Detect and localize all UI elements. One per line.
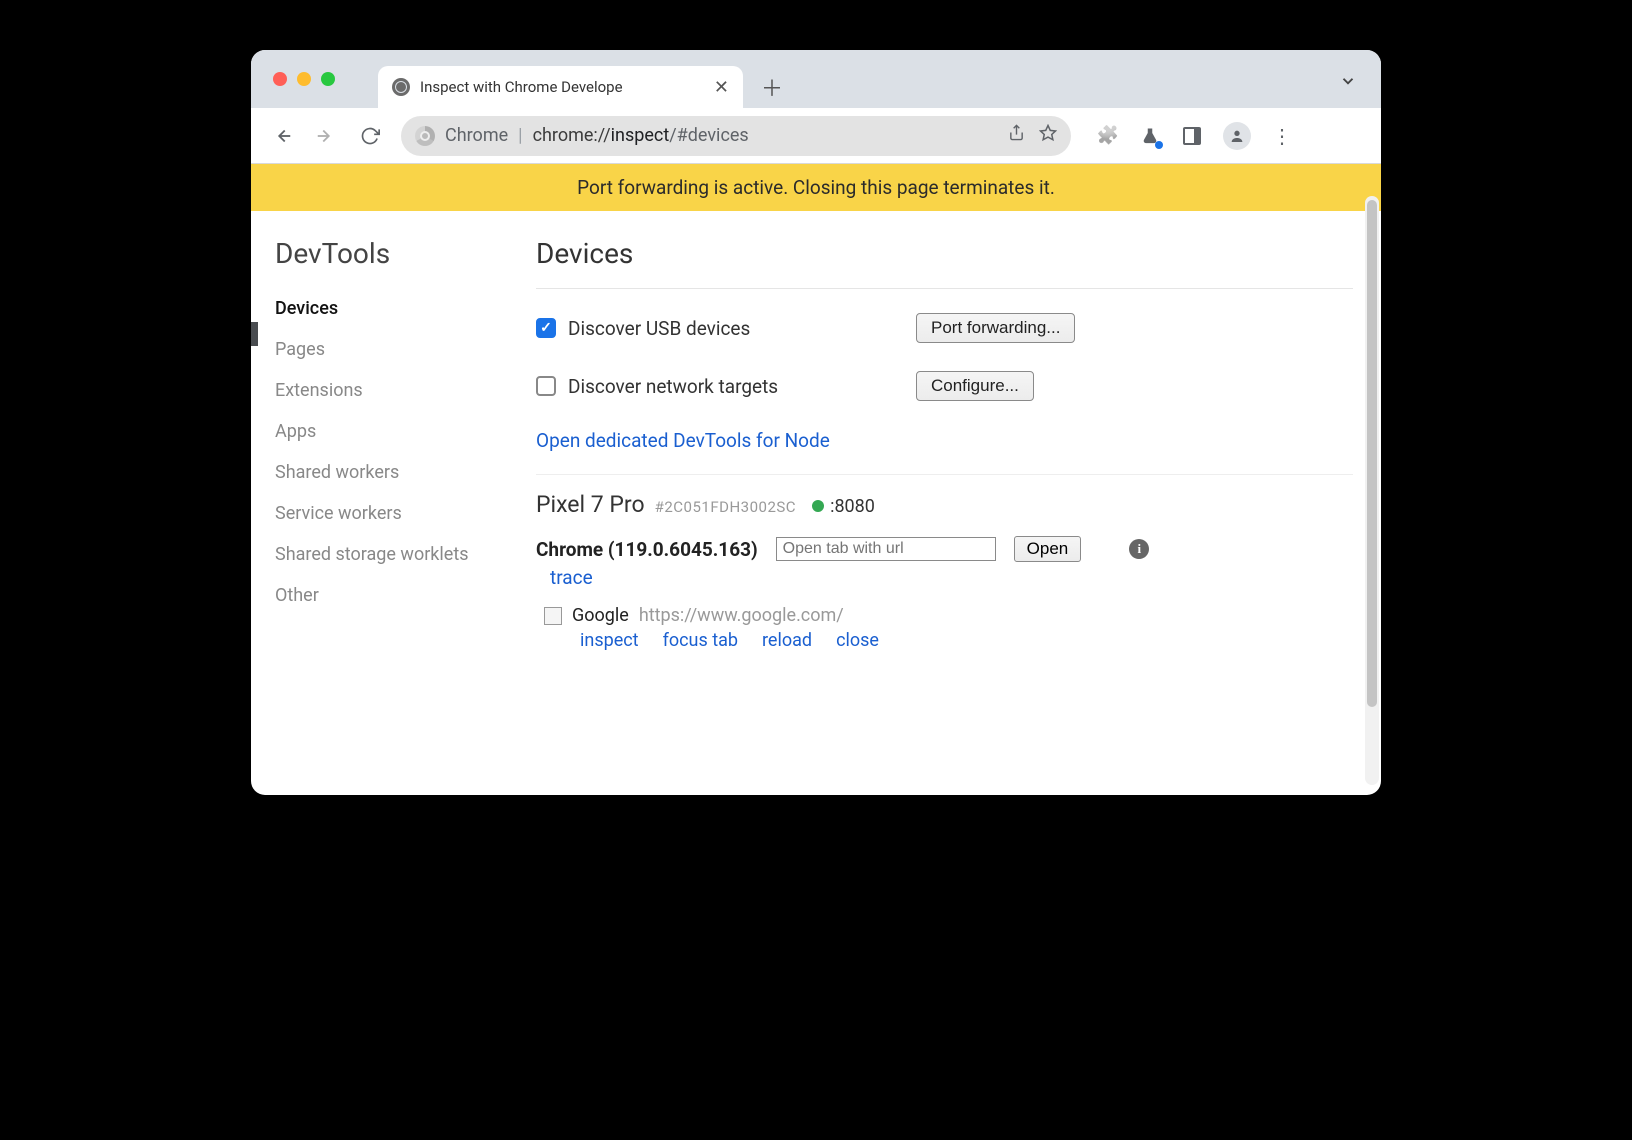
toolbar: Chrome | chrome://inspect/#devices <box>251 108 1381 164</box>
forward-button[interactable] <box>313 123 339 149</box>
globe-icon <box>392 78 410 96</box>
chrome-icon <box>415 126 435 146</box>
window-controls <box>273 72 335 86</box>
discover-usb-checkbox[interactable] <box>536 318 556 338</box>
browser-window: Inspect with Chrome Develope ✕ ＋ Chrome … <box>251 50 1381 795</box>
sidebar-item-other[interactable]: Other <box>275 575 536 616</box>
sidebar-item-devices[interactable]: Devices <box>275 288 536 329</box>
main-panel: Devices Discover USB devices Port forwar… <box>536 211 1381 795</box>
back-button[interactable] <box>269 123 295 149</box>
remote-browser-label: Chrome (119.0.6045.163) <box>536 538 758 561</box>
main-heading: Devices <box>536 237 1353 270</box>
omnibox-url: chrome://inspect/#devices <box>533 125 749 146</box>
remote-tab-title: Google <box>572 605 629 626</box>
port-forwarding-button[interactable]: Port forwarding... <box>916 313 1075 343</box>
toolbar-extensions: ⋮ <box>1097 122 1293 150</box>
content: DevTools Devices Pages Extensions Apps S… <box>251 211 1381 795</box>
minimize-window-button[interactable] <box>297 72 311 86</box>
info-icon[interactable]: i <box>1129 539 1149 559</box>
discover-network-row: Discover network targets Configure... <box>536 371 1353 401</box>
close-window-button[interactable] <box>273 72 287 86</box>
omnibox-actions <box>1008 124 1057 147</box>
configure-button[interactable]: Configure... <box>916 371 1034 401</box>
open-tab-button[interactable]: Open <box>1014 536 1082 562</box>
sidebar-item-shared-workers[interactable]: Shared workers <box>275 452 536 493</box>
status-dot-icon <box>812 500 824 512</box>
inspect-link[interactable]: inspect <box>580 630 639 651</box>
browser-tab[interactable]: Inspect with Chrome Develope ✕ <box>378 66 743 108</box>
sidebar: DevTools Devices Pages Extensions Apps S… <box>251 211 536 795</box>
sidebar-title: DevTools <box>275 237 536 270</box>
trace-link[interactable]: trace <box>550 566 593 589</box>
node-devtools-link[interactable]: Open dedicated DevTools for Node <box>536 429 830 452</box>
sidebar-item-service-workers[interactable]: Service workers <box>275 493 536 534</box>
discover-usb-row: Discover USB devices Port forwarding... <box>536 313 1353 343</box>
port-forwarding-banner: Port forwarding is active. Closing this … <box>251 164 1381 211</box>
discover-network-label: Discover network targets <box>568 375 778 398</box>
side-panel-icon[interactable] <box>1181 125 1203 147</box>
device-serial: #2C051FDH3002SC <box>655 498 796 516</box>
remote-browser-row: Chrome (119.0.6045.163) Open i <box>536 536 1353 562</box>
device-port: :8080 <box>830 496 875 517</box>
kebab-menu-icon[interactable]: ⋮ <box>1271 125 1293 147</box>
remote-tab-url: https://www.google.com/ <box>639 605 844 626</box>
omnibox-separator: | <box>518 125 522 146</box>
address-bar[interactable]: Chrome | chrome://inspect/#devices <box>401 116 1071 156</box>
omnibox-scheme: Chrome <box>445 125 508 146</box>
extensions-icon[interactable] <box>1097 125 1119 147</box>
labs-badge-dot <box>1155 141 1163 149</box>
focus-tab-link[interactable]: focus tab <box>663 630 738 651</box>
remote-tab-item: Google https://www.google.com/ <box>544 605 1353 626</box>
bookmark-star-icon[interactable] <box>1039 124 1057 147</box>
vertical-scrollbar[interactable] <box>1365 196 1379 785</box>
remote-tabs-list: Google https://www.google.com/ inspect f… <box>544 605 1353 651</box>
reload-button[interactable] <box>357 123 383 149</box>
divider <box>536 474 1353 475</box>
discover-usb-label: Discover USB devices <box>568 317 750 340</box>
maximize-window-button[interactable] <box>321 72 335 86</box>
divider <box>536 288 1353 289</box>
sidebar-item-pages[interactable]: Pages <box>275 329 536 370</box>
labs-icon[interactable] <box>1139 125 1161 147</box>
favicon-placeholder-icon <box>544 607 562 625</box>
scrollbar-thumb[interactable] <box>1367 200 1377 707</box>
tab-strip: Inspect with Chrome Develope ✕ ＋ <box>251 50 1381 108</box>
reload-link[interactable]: reload <box>762 630 812 651</box>
open-tab-url-input[interactable] <box>776 537 996 561</box>
discover-network-checkbox[interactable] <box>536 376 556 396</box>
sidebar-item-shared-storage-worklets[interactable]: Shared storage worklets <box>275 534 536 575</box>
sidebar-item-extensions[interactable]: Extensions <box>275 370 536 411</box>
tab-title: Inspect with Chrome Develope <box>420 78 704 96</box>
remote-tab-actions: inspect focus tab reload close <box>580 630 1353 651</box>
active-nav-marker <box>251 322 258 346</box>
device-name: Pixel 7 Pro <box>536 491 645 518</box>
tabs-dropdown-button[interactable] <box>1339 72 1357 95</box>
profile-avatar[interactable] <box>1223 122 1251 150</box>
sidebar-item-apps[interactable]: Apps <box>275 411 536 452</box>
share-icon[interactable] <box>1008 124 1025 147</box>
device-header: Pixel 7 Pro #2C051FDH3002SC :8080 <box>536 491 1353 518</box>
close-tab-button[interactable]: ✕ <box>714 77 729 98</box>
close-link[interactable]: close <box>836 630 879 651</box>
new-tab-button[interactable]: ＋ <box>755 70 789 104</box>
